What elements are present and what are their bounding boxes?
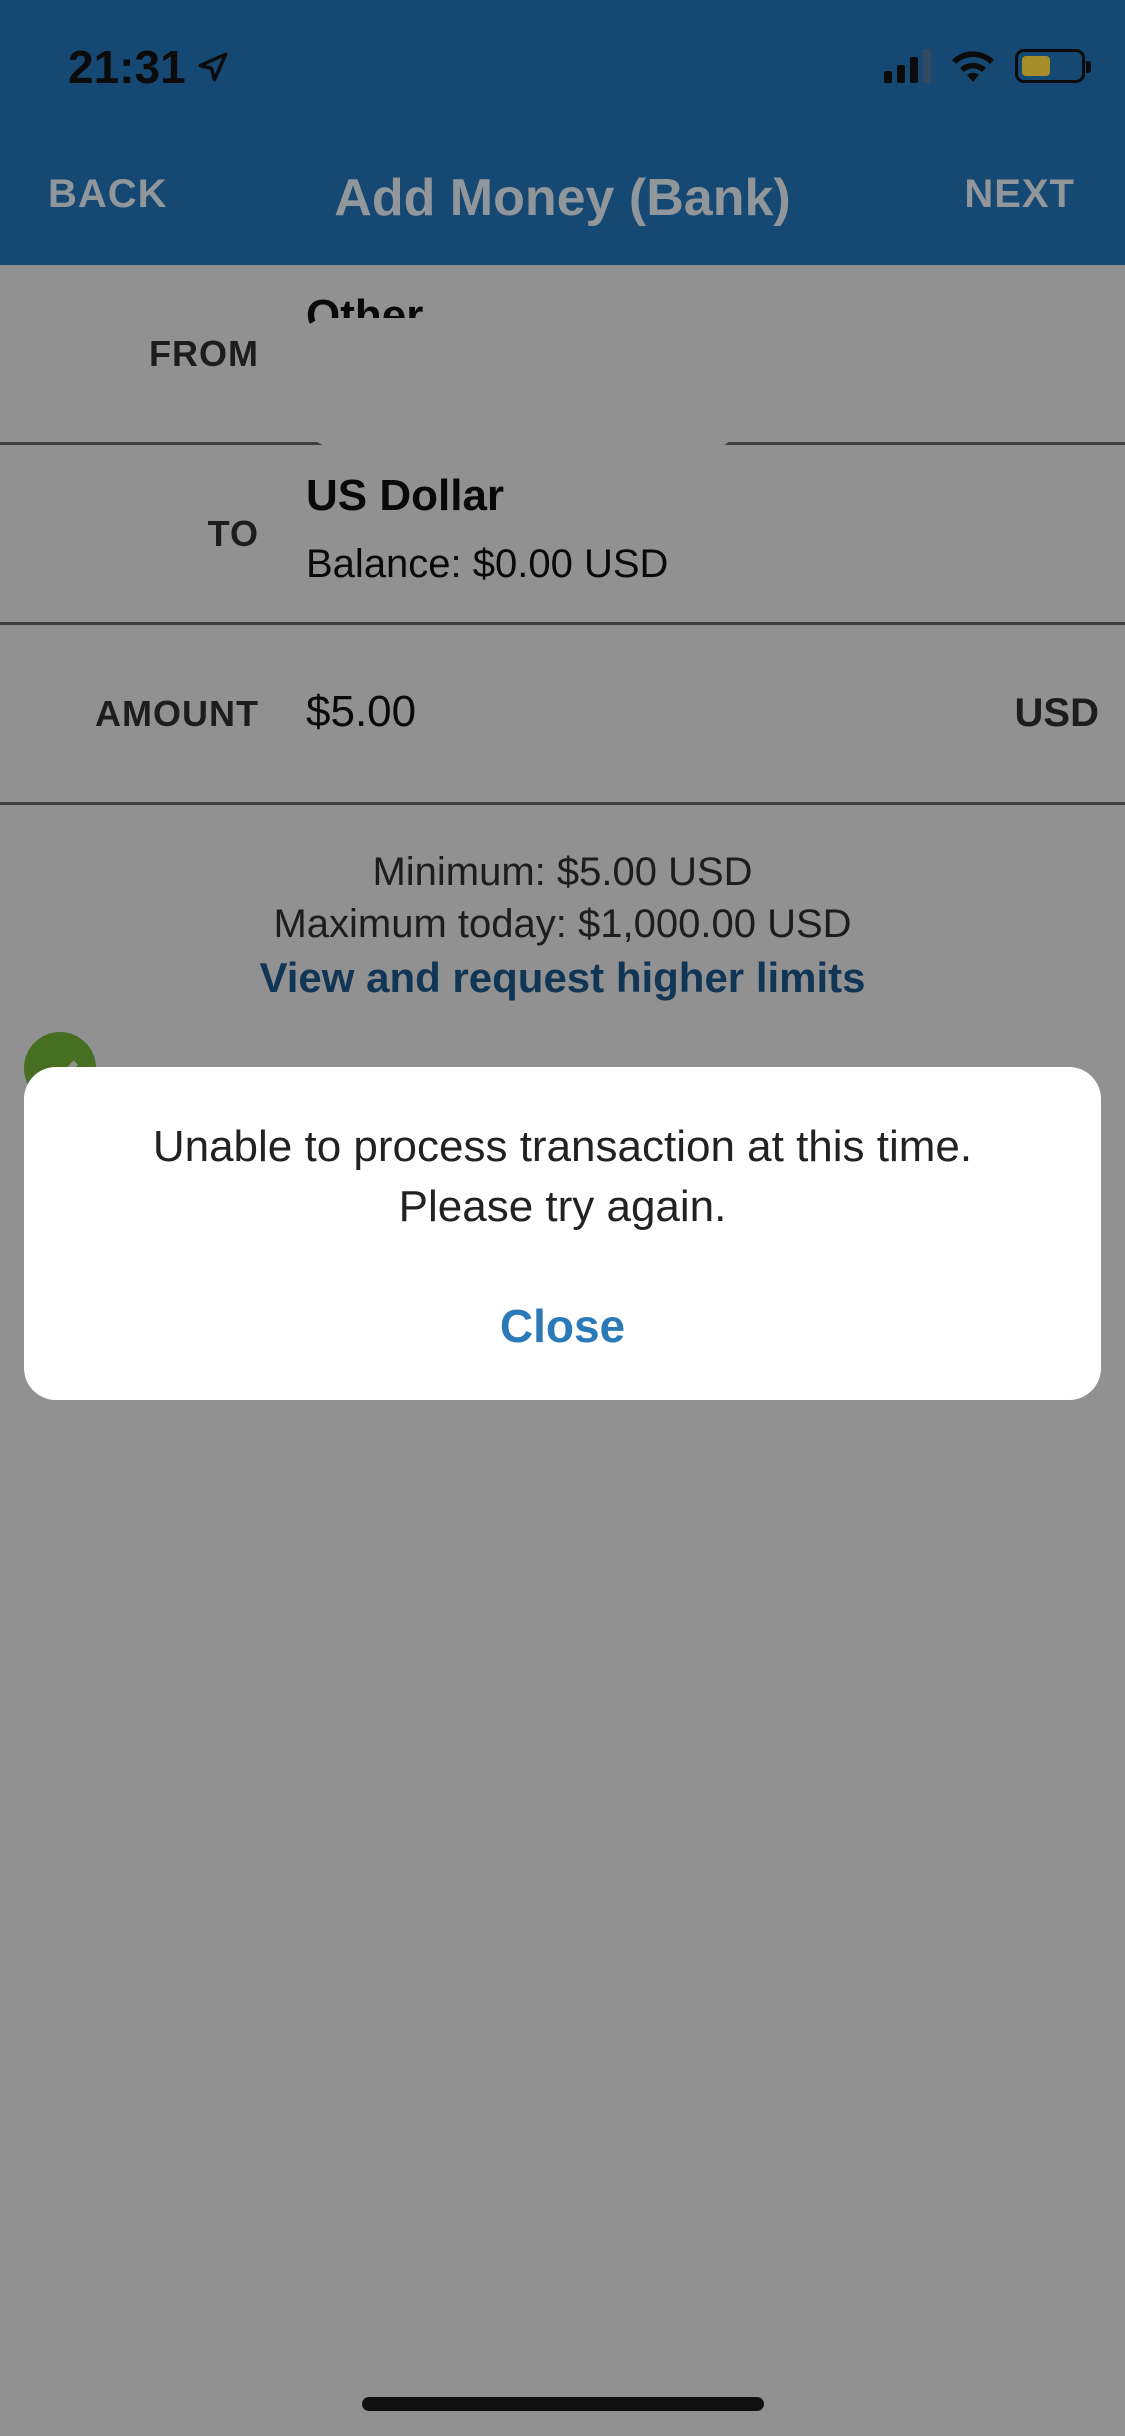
error-dialog: Unable to process transaction at this ti…	[24, 1067, 1101, 1400]
home-indicator[interactable]	[362, 2397, 764, 2411]
close-button[interactable]: Close	[24, 1299, 1101, 1353]
header-dim	[0, 0, 1125, 265]
error-message-line-1: Unable to process transaction at this ti…	[152, 1122, 973, 1171]
error-message: Unable to process transaction at this ti…	[24, 1117, 1101, 1237]
app-header: 21:31 BACK Add Money (Bank) NEXT	[0, 0, 1125, 265]
error-message-line-2: Please try again.	[398, 1182, 727, 1231]
